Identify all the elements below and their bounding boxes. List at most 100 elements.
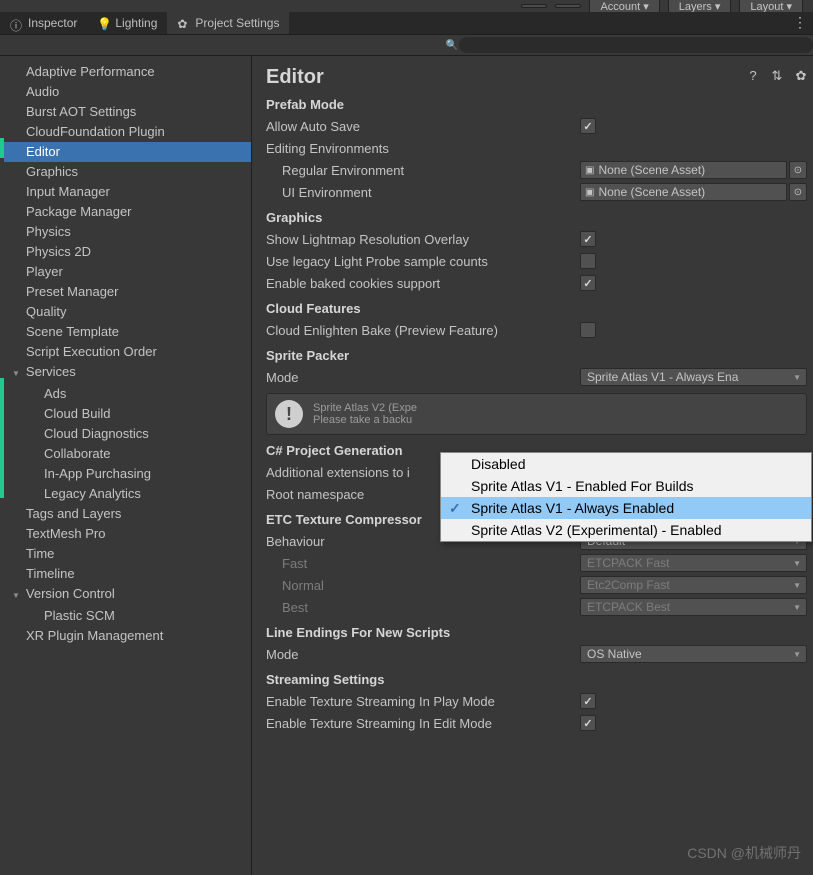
tab-inspector[interactable]: ⓘ Inspector — [0, 12, 87, 34]
search-icon: 🔍 — [445, 40, 459, 51]
search-input[interactable] — [459, 37, 813, 53]
section-heading: Cloud Features — [266, 301, 807, 316]
popup-item[interactable]: Sprite Atlas V2 (Experimental) - Enabled — [441, 519, 811, 541]
tab-project-settings[interactable]: ✿ Project Settings — [167, 12, 289, 34]
field-label: Editing Environments — [266, 141, 580, 156]
cloud-enlighten-checkbox[interactable] — [580, 322, 596, 338]
baked-cookies-checkbox[interactable] — [580, 275, 596, 291]
sidebar-item[interactable]: Scene Template — [0, 322, 251, 342]
section-heading: Line Endings For New Scripts — [266, 625, 807, 640]
info-icon: ⓘ — [10, 17, 22, 29]
field-label: Fast — [266, 556, 580, 571]
gear-icon: ✿ — [177, 17, 189, 29]
sidebar-item[interactable]: Preset Manager — [0, 282, 251, 302]
sidebar-item[interactable]: Quality — [0, 302, 251, 322]
sidebar-item[interactable]: Physics 2D — [0, 242, 251, 262]
legacy-probe-checkbox[interactable] — [580, 253, 596, 269]
sidebar-item[interactable]: Legacy Analytics — [0, 484, 251, 504]
tabs-row: ⓘ Inspector 💡 Lighting ✿ Project Setting… — [0, 12, 813, 34]
sidebar-item[interactable]: Timeline — [0, 564, 251, 584]
field-label: Mode — [266, 647, 580, 662]
sprite-mode-dropdown[interactable]: Sprite Atlas V1 - Always Ena — [580, 368, 807, 386]
preset-icon[interactable]: ⇅ — [769, 68, 785, 84]
etc-normal-dropdown[interactable]: Etc2Comp Fast — [580, 576, 807, 594]
sidebar-accent — [0, 138, 4, 158]
field-label: Enable Texture Streaming In Play Mode — [266, 694, 580, 709]
dropdown-popup: Disabled Sprite Atlas V1 - Enabled For B… — [440, 452, 812, 542]
field-label: UI Environment — [266, 185, 580, 200]
etc-fast-dropdown[interactable]: ETCPACK Fast — [580, 554, 807, 572]
sidebar-item[interactable]: Script Execution Order — [0, 342, 251, 362]
settings-sidebar: Adaptive Performance Audio Burst AOT Set… — [0, 56, 252, 875]
top-toolbar: Account ▾ Layers ▾ Layout ▾ — [0, 0, 813, 12]
regular-env-field[interactable]: ▣None (Scene Asset) — [580, 161, 787, 179]
sidebar-item-editor[interactable]: Editor — [0, 142, 251, 162]
help-icon[interactable]: ? — [745, 68, 761, 84]
sidebar-item[interactable]: Tags and Layers — [0, 504, 251, 524]
field-label: Allow Auto Save — [266, 119, 580, 134]
sidebar-item[interactable]: Cloud Diagnostics — [0, 424, 251, 444]
search-row: 🔍 — [0, 34, 813, 56]
sidebar-item[interactable]: Burst AOT Settings — [0, 102, 251, 122]
sidebar-item[interactable]: XR Plugin Management — [0, 626, 251, 646]
sidebar-item[interactable]: Collaborate — [0, 444, 251, 464]
field-label: Use legacy Light Probe sample counts — [266, 254, 580, 269]
sidebar-item[interactable]: Cloud Build — [0, 404, 251, 424]
sidebar-item-version-control[interactable]: Version Control — [0, 584, 251, 606]
kebab-menu-icon[interactable]: ⋮ — [793, 14, 807, 31]
object-picker-icon[interactable]: ⊙ — [789, 183, 807, 201]
cube-icon: ▣ — [585, 165, 594, 176]
popup-item-selected[interactable]: Sprite Atlas V1 - Always Enabled — [441, 497, 811, 519]
sidebar-item[interactable]: In-App Purchasing — [0, 464, 251, 484]
sidebar-item[interactable]: Plastic SCM — [0, 606, 251, 626]
object-picker-icon[interactable]: ⊙ — [789, 161, 807, 179]
header-icons: ? ⇅ ✿ — [745, 68, 809, 84]
sidebar-item[interactable]: Adaptive Performance — [0, 62, 251, 82]
field-label: Cloud Enlighten Bake (Preview Feature) — [266, 323, 580, 338]
field-label: Mode — [266, 370, 580, 385]
page-title: Editor — [266, 66, 807, 89]
sidebar-item[interactable]: Graphics — [0, 162, 251, 182]
toolbar-icon-btn[interactable] — [521, 4, 547, 8]
toolbar-icon-btn[interactable] — [555, 4, 581, 8]
info-box: ! Sprite Atlas V2 (Expe Please take a ba… — [266, 393, 807, 435]
tab-label: Project Settings — [195, 16, 279, 30]
sidebar-item[interactable]: CloudFoundation Plugin — [0, 122, 251, 142]
line-endings-dropdown[interactable]: OS Native — [580, 645, 807, 663]
field-label: Show Lightmap Resolution Overlay — [266, 232, 580, 247]
sidebar-item[interactable]: Physics — [0, 222, 251, 242]
streaming-play-checkbox[interactable] — [580, 693, 596, 709]
sidebar-item[interactable]: Player — [0, 262, 251, 282]
sidebar-item-services[interactable]: Services — [0, 362, 251, 384]
sidebar-item[interactable]: Audio — [0, 82, 251, 102]
section-heading: Graphics — [266, 210, 807, 225]
etc-best-dropdown[interactable]: ETCPACK Best — [580, 598, 807, 616]
gear-icon[interactable]: ✿ — [793, 68, 809, 84]
sidebar-item[interactable]: TextMesh Pro — [0, 524, 251, 544]
field-label: Enable Texture Streaming In Edit Mode — [266, 716, 580, 731]
field-label: Normal — [266, 578, 580, 593]
section-heading: Streaming Settings — [266, 672, 807, 687]
field-label: Best — [266, 600, 580, 615]
info-text: Sprite Atlas V2 (Expe — [313, 402, 417, 414]
cube-icon: ▣ — [585, 187, 594, 198]
popup-item[interactable]: Disabled — [441, 453, 811, 475]
section-heading: Sprite Packer — [266, 348, 807, 363]
sidebar-item[interactable]: Ads — [0, 384, 251, 404]
streaming-edit-checkbox[interactable] — [580, 715, 596, 731]
sidebar-item[interactable]: Package Manager — [0, 202, 251, 222]
tab-lighting[interactable]: 💡 Lighting — [87, 12, 167, 34]
field-label: Regular Environment — [266, 163, 580, 178]
info-icon: ! — [275, 400, 303, 428]
lightmap-checkbox[interactable] — [580, 231, 596, 247]
ui-env-field[interactable]: ▣None (Scene Asset) — [580, 183, 787, 201]
info-text: Please take a backu — [313, 414, 417, 426]
sidebar-item[interactable]: Time — [0, 544, 251, 564]
allow-auto-save-checkbox[interactable] — [580, 118, 596, 134]
popup-item[interactable]: Sprite Atlas V1 - Enabled For Builds — [441, 475, 811, 497]
sidebar-accent — [0, 378, 4, 498]
sidebar-item[interactable]: Input Manager — [0, 182, 251, 202]
field-label: Enable baked cookies support — [266, 276, 580, 291]
tab-label: Lighting — [115, 16, 157, 30]
light-icon: 💡 — [97, 17, 109, 29]
